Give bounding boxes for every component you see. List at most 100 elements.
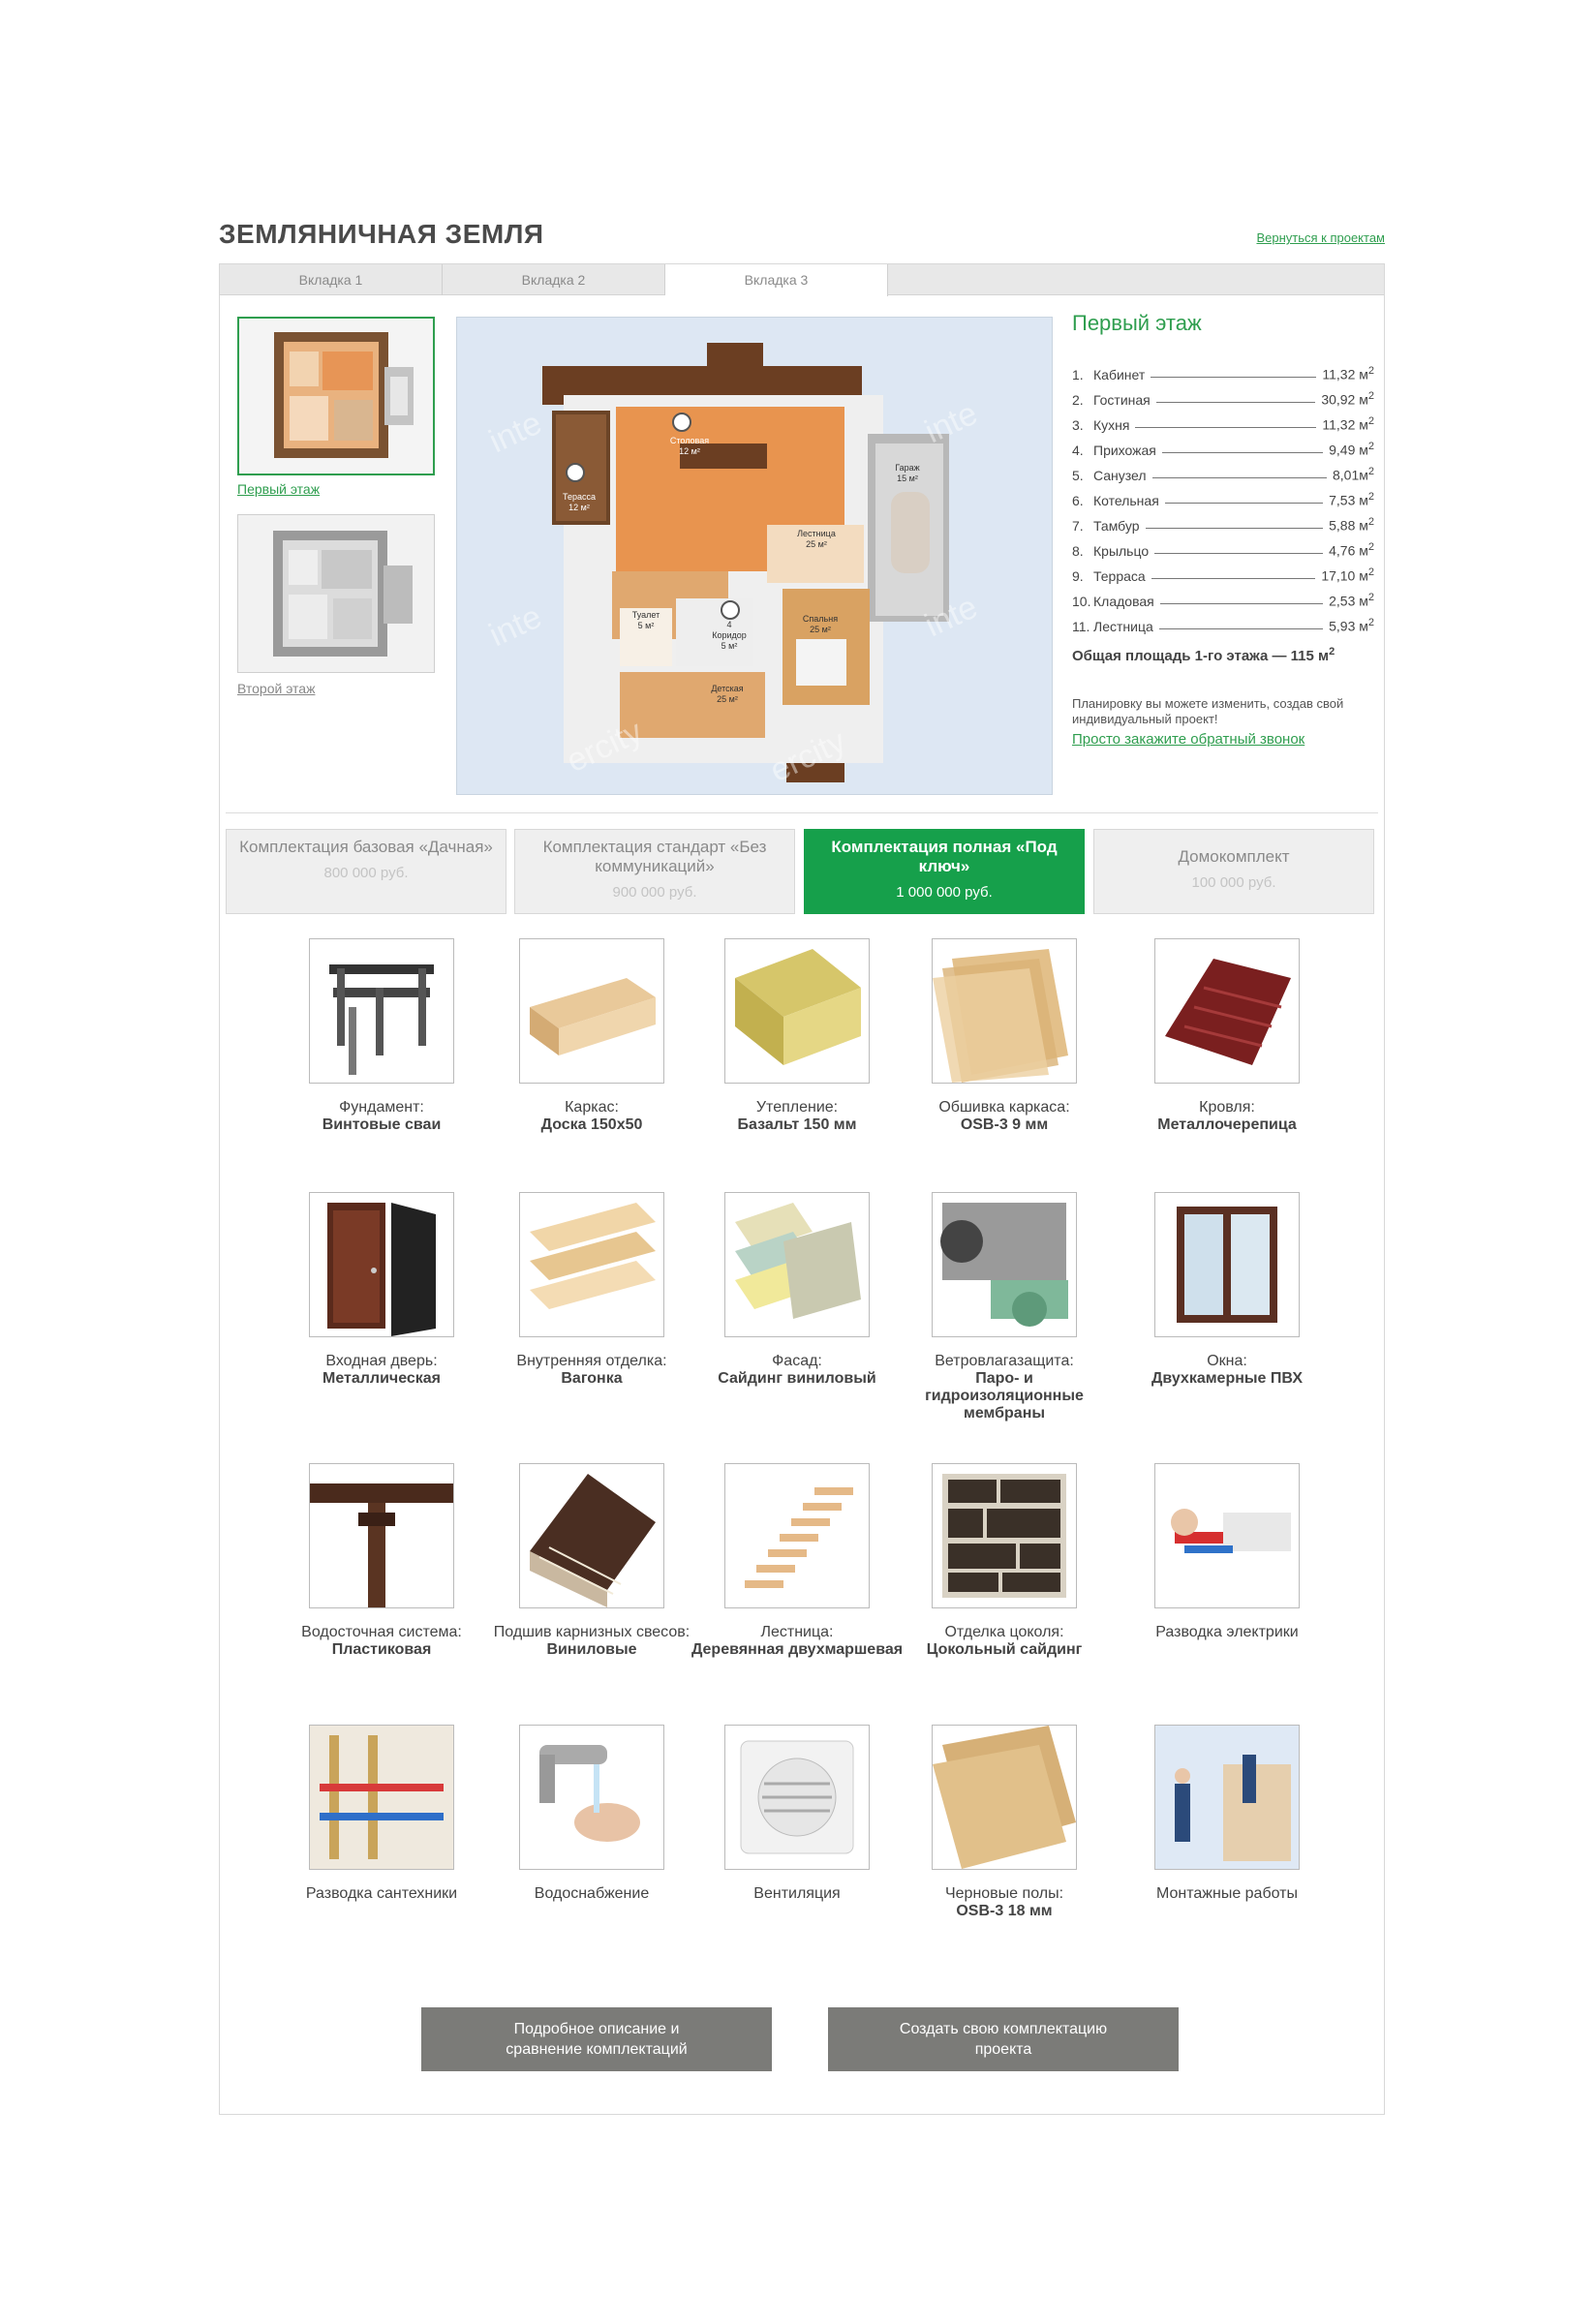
room-number: 6. — [1072, 493, 1084, 508]
room-name: Гостиная — [1093, 392, 1151, 408]
room-row: 5. Санузел 8,01м2 — [1072, 458, 1374, 483]
window-icon — [1154, 1192, 1300, 1337]
plan-room-label: 4 Коридор 5 м² — [712, 620, 747, 651]
leader-dots — [1151, 477, 1327, 478]
room-area: 4,76 м2 — [1329, 541, 1374, 559]
material-item[interactable]: Фасад: Сайдинг виниловый — [691, 1192, 904, 1388]
material-item[interactable]: Монтажные работы — [1120, 1725, 1334, 1903]
material-item[interactable]: Кровля: Металлочерепица — [1120, 938, 1334, 1134]
back-to-projects-link[interactable]: Вернуться к проектам — [1256, 230, 1385, 245]
material-item[interactable]: Водосточная система: Пластиковая — [275, 1463, 488, 1659]
room-row: 11. Лестница 5,93 м2 — [1072, 609, 1374, 634]
room-area: 9,49 м2 — [1329, 441, 1374, 458]
room-number: 7. — [1072, 518, 1084, 534]
package-name: Комплектация базовая «Дачная» — [239, 838, 493, 856]
material-label: Водосточная система: — [301, 1624, 462, 1640]
leader-dots — [1161, 452, 1324, 453]
callback-link[interactable]: Просто закажите обратный звонок — [1072, 731, 1304, 748]
room-name: Кладовая — [1093, 594, 1154, 609]
room-name: Котельная — [1093, 493, 1159, 508]
material-label: Обшивка каркаса: — [938, 1099, 1070, 1116]
room-area: 11,32 м2 — [1322, 415, 1374, 433]
material-item[interactable]: Входная дверь: Металлическая — [275, 1192, 488, 1388]
screw-piles-icon — [309, 938, 454, 1084]
room-name: Терраса — [1093, 568, 1146, 584]
divider — [226, 812, 1378, 813]
construction-workers-icon — [1154, 1725, 1300, 1870]
material-value: Деревянная двухмаршевая — [691, 1641, 904, 1658]
material-item[interactable]: Разводка электрики — [1120, 1463, 1334, 1641]
total-area: Общая площадь 1-го этажа — 115 м2 — [1072, 646, 1335, 664]
material-item[interactable]: Внутренняя отделка: Вагонка — [485, 1192, 698, 1388]
tab-2[interactable]: Вкладка 2 — [443, 264, 665, 295]
material-item[interactable]: Фундамент: Винтовые сваи — [275, 938, 488, 1134]
stone-siding-icon — [932, 1463, 1077, 1608]
room-number: 1. — [1072, 367, 1084, 382]
material-item[interactable]: Обшивка каркаса: OSB-3 9 мм — [898, 938, 1111, 1134]
water-tap-icon — [519, 1725, 664, 1870]
package-name: Комплектация полная «Под ключ» — [831, 838, 1058, 875]
plan-room-label: Лестница 25 м² — [797, 529, 836, 549]
room-row: 1. Кабинет 11,32 м2 — [1072, 357, 1374, 382]
first-floor-thumbnail[interactable] — [237, 317, 435, 475]
material-label: Разводка сантехники — [305, 1885, 458, 1902]
room-row: 4. Прихожая 9,49 м2 — [1072, 433, 1374, 458]
material-item[interactable]: Черновые полы: OSB-3 18 мм — [898, 1725, 1111, 1920]
material-item[interactable]: Разводка сантехники — [275, 1725, 488, 1903]
package-standard-button[interactable]: Комплектация стандарт «Без коммуникаций»… — [514, 829, 795, 914]
floor-plan-image: inte inte inte inte ercity ercity Терасс… — [456, 317, 1053, 795]
material-item[interactable]: Утепление: Базальт 150 мм — [691, 938, 904, 1134]
second-floor-thumbnail[interactable] — [237, 514, 435, 673]
floor-plan-gray-thumb-icon — [238, 515, 434, 672]
tab-3[interactable]: Вкладка 3 — [665, 264, 888, 296]
room-area: 5,93 м2 — [1329, 617, 1374, 634]
room-area: 8,01м2 — [1333, 466, 1374, 483]
package-basic-button[interactable]: Комплектация базовая «Дачная» 800 000 ру… — [226, 829, 506, 914]
room-row: 8. Крыльцо 4,76 м2 — [1072, 534, 1374, 559]
create-custom-package-button[interactable]: Создать свою комплектацию проекта — [828, 2007, 1179, 2071]
material-item[interactable]: Каркас: Доска 150х50 — [485, 938, 698, 1134]
siding-icon — [724, 1192, 870, 1337]
room-name: Крыльцо — [1093, 543, 1150, 559]
room-row: 6. Котельная 7,53 м2 — [1072, 483, 1374, 508]
leader-dots — [1135, 427, 1317, 428]
material-value: Виниловые — [546, 1641, 637, 1658]
material-item[interactable]: Подшив карнизных свесов: Виниловые — [485, 1463, 698, 1659]
room-name: Лестница — [1093, 619, 1153, 634]
package-full-button[interactable]: Комплектация полная «Под ключ» 1 000 000… — [804, 829, 1085, 914]
osb-sheets-icon — [932, 938, 1077, 1084]
details-comparison-button[interactable]: Подробное описание и сравнение комплекта… — [421, 2007, 772, 2071]
room-area: 30,92 м2 — [1321, 390, 1374, 408]
material-label: Отделка цоколя: — [944, 1624, 1064, 1640]
metal-tile-icon — [1154, 938, 1300, 1084]
membrane-roll-icon — [932, 1192, 1077, 1337]
soffit-icon — [519, 1463, 664, 1608]
material-item[interactable]: Отделка цоколя: Цокольный сайдинг — [898, 1463, 1111, 1659]
room-name: Санузел — [1093, 468, 1147, 483]
first-floor-link[interactable]: Первый этаж — [237, 481, 320, 497]
material-item[interactable]: Лестница: Деревянная двухмаршевая — [691, 1463, 904, 1659]
tab-1[interactable]: Вкладка 1 — [220, 264, 443, 295]
wood-panel-icon — [519, 1192, 664, 1337]
second-floor-link[interactable]: Второй этаж — [237, 681, 315, 696]
material-label: Входная дверь: — [325, 1353, 438, 1369]
material-value: Вагонка — [561, 1370, 623, 1387]
material-item[interactable]: Водоснабжение — [485, 1725, 698, 1903]
package-name: Комплектация стандарт «Без коммуникаций» — [542, 838, 767, 875]
material-label: Фасад: — [772, 1353, 822, 1369]
material-item[interactable]: Окна: Двухкамерные ПВХ — [1120, 1192, 1334, 1388]
material-value: Винтовые сваи — [322, 1116, 442, 1133]
leader-dots — [1151, 578, 1316, 579]
material-value: Сайдинг виниловый — [718, 1370, 876, 1387]
material-item[interactable]: Ветровлагазащита: Паро- и гидроизоляционн… — [898, 1192, 1111, 1422]
material-label: Окна: — [1207, 1353, 1247, 1369]
leader-dots — [1151, 377, 1317, 378]
leader-dots — [1158, 628, 1324, 629]
stairs-icon — [724, 1463, 870, 1608]
room-name: Кабинет — [1093, 367, 1146, 382]
package-kit-button[interactable]: Домокомплект 100 000 руб. — [1093, 829, 1374, 914]
package-name: Домокомплект — [1178, 847, 1290, 866]
details-comparison-label: Подробное описание и сравнение комплекта… — [506, 2021, 688, 2058]
room-number: 9. — [1072, 568, 1084, 584]
material-item[interactable]: Вентиляция — [691, 1725, 904, 1903]
